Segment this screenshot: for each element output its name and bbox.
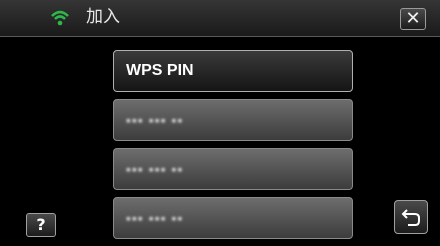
page-title: 加入 — [86, 7, 120, 27]
list-item-label: ▪▪▪ ▪▪▪ ▪▪ — [126, 161, 184, 177]
help-icon: ? — [36, 215, 46, 234]
wifi-icon — [51, 10, 69, 26]
list-item[interactable]: ▪▪▪ ▪▪▪ ▪▪ — [113, 148, 353, 190]
close-button[interactable]: ✕ — [400, 8, 426, 30]
title-bar: 加入 ✕ — [0, 0, 440, 37]
list-item-label: WPS PIN — [126, 62, 194, 79]
list-item-label: ▪▪▪ ▪▪▪ ▪▪ — [126, 210, 184, 226]
list-item[interactable]: ▪▪▪ ▪▪▪ ▪▪ — [113, 197, 353, 239]
list-item[interactable]: ▪▪▪ ▪▪▪ ▪▪ — [113, 99, 353, 141]
list-item-wps-pin[interactable]: WPS PIN — [113, 50, 353, 92]
back-arrow-icon — [401, 209, 420, 226]
help-button[interactable]: ? — [26, 213, 56, 237]
list-item-label: ▪▪▪ ▪▪▪ ▪▪ — [126, 112, 184, 128]
back-button[interactable] — [394, 200, 428, 234]
close-icon: ✕ — [405, 8, 421, 29]
